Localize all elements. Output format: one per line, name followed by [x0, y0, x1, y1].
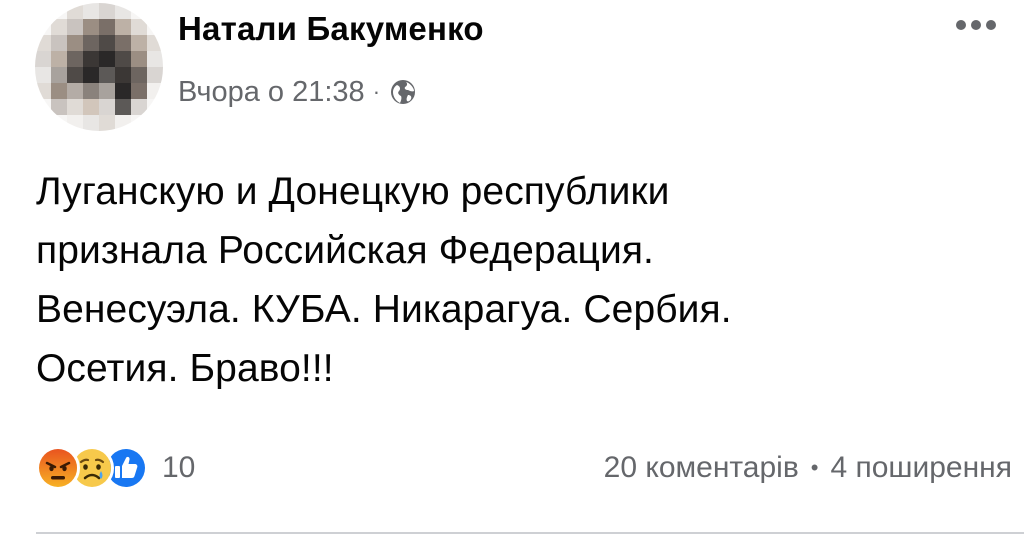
more-options-button[interactable] [948, 10, 1004, 40]
post-text-line: Луганскую и Донецкую республики [36, 170, 670, 213]
post-stats: 20 коментарів • 4 поширення [604, 447, 1012, 489]
shares-count-link[interactable]: 4 поширення [830, 451, 1012, 485]
comments-count-link[interactable]: 20 коментарів [604, 451, 799, 485]
stats-separator: • [810, 455, 819, 480]
post-text-line: признала Российская Федерация. [36, 229, 654, 272]
reactions-summary[interactable]: 10 [36, 445, 195, 491]
author-name[interactable]: Натали Бакуменко [178, 10, 484, 48]
post-text-line: Осетия. Браво!!! [36, 347, 334, 390]
avatar[interactable] [35, 3, 163, 131]
ellipsis-icon [956, 20, 996, 30]
meta-separator: · [372, 79, 381, 104]
post-text-line: Венесуэла. КУБА. Никарагуа. Сербия. [36, 288, 732, 331]
post-meta: Вчора о 21:38 · [178, 72, 418, 112]
globe-icon[interactable] [388, 77, 418, 107]
post-timestamp[interactable]: Вчора о 21:38 [178, 76, 365, 109]
post-text: Луганскую и Донецкую республики признала… [36, 162, 976, 398]
reaction-count: 10 [162, 451, 196, 484]
angry-icon [36, 446, 80, 490]
divider [36, 532, 1024, 534]
facebook-post: Натали Бакуменко Вчора о 21:38 · Луганск… [0, 0, 1024, 547]
